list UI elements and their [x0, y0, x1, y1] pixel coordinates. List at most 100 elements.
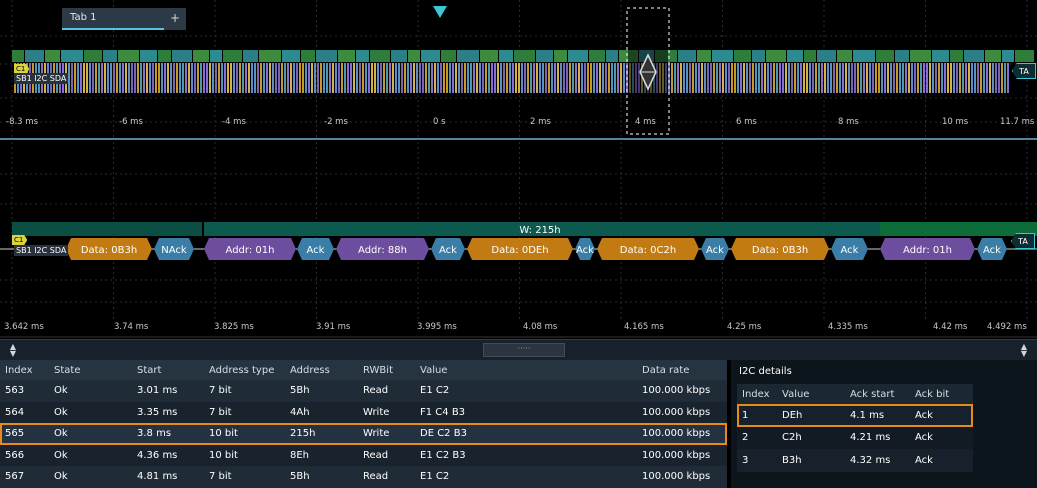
column-value[interactable]: Value	[415, 365, 637, 376]
packet-band	[118, 50, 139, 62]
bit-stripe	[80, 63, 82, 93]
bit-stripe	[980, 63, 982, 93]
sort-arrows-icon[interactable]: ▲ ▼	[1019, 343, 1029, 358]
packet-band	[391, 50, 407, 62]
packet-band	[193, 50, 209, 62]
zoom-channel-marker[interactable]: C1	[12, 235, 28, 245]
bit-stripe	[224, 63, 226, 93]
bit-stripe	[713, 63, 715, 93]
details-column-index[interactable]: Index	[737, 389, 777, 400]
bit-stripe	[305, 63, 307, 93]
bit-stripe	[317, 63, 319, 93]
details-row[interactable]: 1 DEh 4.1 ms Ack	[737, 404, 973, 427]
packet-band	[876, 50, 894, 62]
bit-stripe	[101, 63, 103, 93]
bit-stripe	[947, 63, 949, 93]
bit-stripe	[350, 63, 352, 93]
bit-stripe	[785, 63, 787, 93]
table-cell: 4Ah	[290, 406, 310, 418]
time-tick-label: 3.74 ms	[114, 322, 149, 332]
decode-segment-label: Ack	[576, 245, 594, 256]
details-column-value[interactable]: Value	[777, 389, 845, 400]
bit-stripe	[245, 63, 247, 93]
column-address[interactable]: Address	[285, 365, 358, 376]
time-tick-label: 8 ms	[838, 117, 859, 127]
table-row[interactable]: 566 Ok 4.36 ms 10 bit 8Eh Read E1 C2 B3 100.000…	[0, 444, 727, 466]
packet-band	[787, 50, 803, 62]
table-row[interactable]: 563 Ok 3.01 ms 7 bit 5Bh Read E1 C2 100.000 kbp…	[0, 380, 727, 402]
trigger-badge[interactable]: TA	[1012, 63, 1036, 79]
overview-waveform-panel[interactable]: Tab 1 + C1 SB1 I2C SDA TA -8.3 ms -6 ms -4…	[0, 0, 1037, 140]
packet-band	[1015, 50, 1034, 62]
bit-stripe	[563, 63, 565, 93]
add-tab-button[interactable]: +	[164, 8, 186, 30]
zoom-trigger-badge[interactable]: TA	[1011, 233, 1035, 249]
splitter-grip[interactable]: ·····	[483, 343, 565, 357]
bit-stripe	[929, 63, 931, 93]
bit-stripe	[938, 63, 940, 93]
bit-stripe	[698, 63, 700, 93]
bit-stripe	[392, 63, 394, 93]
panel-splitter[interactable]: ▲ ▼ ····· ▲ ▼	[0, 339, 1037, 360]
zoom-decode-panel[interactable]: W: 215h Data: 0B3h NAck Addr: 01h Ack Addr: 8…	[0, 142, 1037, 338]
bit-stripe	[437, 63, 439, 93]
column-data-rate[interactable]: Data rate	[637, 365, 727, 376]
bit-stripe	[686, 63, 688, 93]
sort-arrows-icon[interactable]: ▲ ▼	[8, 343, 18, 358]
bit-stripe	[581, 63, 583, 93]
bit-stripe	[497, 63, 499, 93]
table-row[interactable]: 567 Ok 4.81 ms 7 bit 5Bh Read E1 C2 100.000 kbp…	[0, 466, 727, 488]
bit-stripe	[968, 63, 970, 93]
bit-stripe	[845, 63, 847, 93]
bit-stripe	[236, 63, 238, 93]
bit-stripe	[881, 63, 883, 93]
bit-stripe	[95, 63, 97, 93]
details-cell: 4.32 ms	[850, 454, 891, 466]
table-cell: Write	[363, 428, 390, 440]
bit-stripe	[956, 63, 958, 93]
bit-stripe	[104, 63, 106, 93]
packet-band	[441, 50, 456, 62]
table-row[interactable]: 564 Ok 3.35 ms 7 bit 4Ah Write F1 C4 B3 100.000…	[0, 401, 727, 423]
tab-1[interactable]: Tab 1	[62, 8, 164, 30]
bit-stripe	[716, 63, 718, 93]
bit-stripe	[284, 63, 286, 93]
bit-stripe	[692, 63, 694, 93]
bit-stripe	[854, 63, 856, 93]
zoom-decode-waveform[interactable]: W: 215h Data: 0B3h NAck Addr: 01h Ack Addr: 8…	[0, 142, 1037, 338]
bit-stripe	[851, 63, 853, 93]
bit-stripe	[230, 63, 232, 93]
details-column-ack-start[interactable]: Ack start	[845, 389, 910, 400]
column-start[interactable]: Start	[132, 365, 204, 376]
i2c-details-panel: I2C details Index Value Ack start Ack bi…	[731, 360, 1037, 488]
bit-stripe	[944, 63, 946, 93]
bit-stripe	[146, 63, 148, 93]
table-cell: 565	[5, 428, 25, 440]
bit-stripe	[731, 63, 733, 93]
bit-stripe	[215, 63, 217, 93]
column-address-type[interactable]: Address type	[204, 365, 285, 376]
bit-stripe	[554, 63, 556, 93]
packet-band	[140, 50, 157, 62]
bit-stripe	[536, 63, 538, 93]
table-row[interactable]: 565 Ok 3.8 ms 10 bit 215h Write DE C2 B3 100.00…	[0, 423, 727, 445]
packet-band	[61, 50, 83, 62]
decode-results-table[interactable]: Index State Start Address type Address R…	[0, 360, 727, 488]
details-row[interactable]: 2 C2h 4.21 ms Ack	[737, 426, 973, 449]
column-rwbit[interactable]: RWBit	[358, 365, 415, 376]
table-cell: 100.000 kbps	[642, 449, 711, 461]
bit-stripe	[797, 63, 799, 93]
table-cell: Read	[363, 471, 389, 483]
time-tick-label: 4.25 ms	[727, 322, 762, 332]
column-state[interactable]: State	[49, 365, 132, 376]
details-row[interactable]: 3 B3h 4.32 ms Ack	[737, 449, 973, 472]
details-table[interactable]: Index Value Ack start Ack bit 1 DEh 4.1 ms…	[737, 384, 973, 472]
details-column-ack-bit[interactable]: Ack bit	[910, 389, 973, 400]
bit-stripe	[998, 63, 1000, 93]
time-tick-label: 3.91 ms	[316, 322, 351, 332]
bit-stripe	[821, 63, 823, 93]
column-index[interactable]: Index	[0, 365, 49, 376]
bit-stripe	[578, 63, 580, 93]
decode-segment-label: NAck	[161, 245, 187, 256]
table-cell: Ok	[54, 428, 68, 440]
